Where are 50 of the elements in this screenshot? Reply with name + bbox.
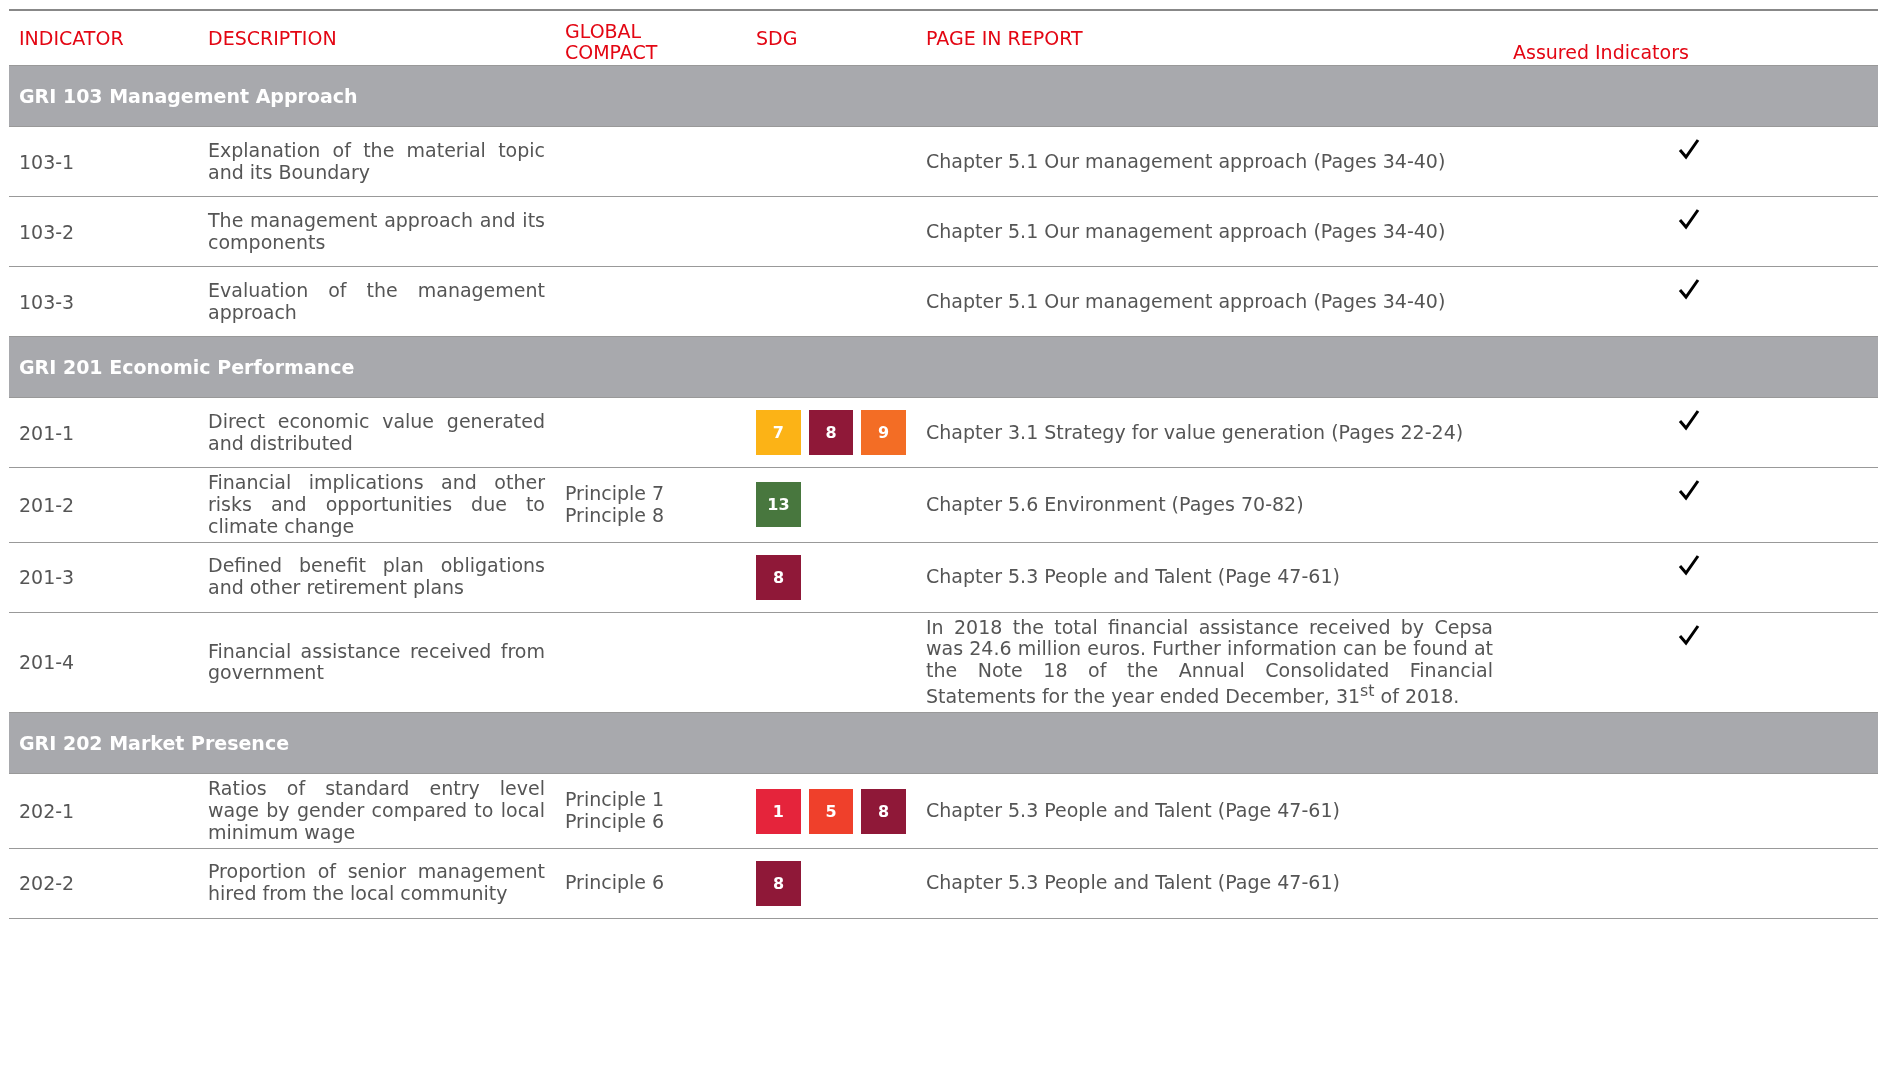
indicator-code: 202-2	[18, 872, 76, 895]
principle-text: Principle 6	[564, 811, 666, 833]
indicator-code: 201-4	[18, 651, 76, 674]
sdg-badge: 8	[808, 410, 854, 455]
principle-text: Principle 6	[564, 872, 666, 895]
indicator-code: 103-3	[18, 290, 76, 313]
page-reference: Chapter 5.3 People and Talent (Page 47-61)	[925, 566, 1341, 588]
section-header: GRI 202 Market Presence	[9, 713, 1878, 775]
description-text: Proportion of senior management hired from the local community	[207, 861, 546, 906]
sdg-badge: 5	[808, 788, 854, 834]
sdg-badge: 8	[756, 860, 801, 906]
sdg-badge: 7	[756, 410, 801, 455]
page-reference: Chapter 5.3 People and Talent (Page 47-61)	[925, 800, 1341, 822]
section-header: GRI 103 Management Approach	[9, 66, 1878, 127]
sdg-badge: 13	[756, 482, 801, 528]
description-text: Defined benefit plan obligations and other retirement plans	[207, 555, 546, 599]
indicator-code: 201-1	[18, 421, 76, 444]
sdg-badge: 8	[861, 788, 906, 834]
description-text: Direct economic value generated and distributed	[207, 410, 546, 455]
principle-text: Principle 1	[564, 789, 666, 811]
sdg-badge: 9	[861, 410, 906, 455]
sdg-badge: 8	[756, 554, 801, 600]
page-reference: Chapter 5.1 Our management approach (Pages 34-40)	[925, 150, 1447, 173]
column-header: Assured Indicators	[1512, 42, 1690, 63]
principle-text: Principle 8	[564, 504, 666, 527]
page-reference: Chapter 5.1 Our management approach (Pages 34-40)	[925, 220, 1447, 243]
indicator-code: 103-1	[18, 150, 76, 173]
description-text: Evaluation of the management approach	[207, 279, 546, 324]
description-text: Financial assistance received from government	[207, 640, 546, 685]
indicator-code: 103-2	[18, 220, 76, 243]
indicator-code: 201-2	[18, 493, 76, 516]
description-text: Financial implications and other risks and opportunities due to climate change	[207, 472, 546, 538]
description-text: Ratios of standard entry level wage by gender compared to local minimum wage	[207, 778, 546, 844]
column-header: SDG	[755, 27, 799, 49]
column-header: DESCRIPTION	[207, 27, 338, 49]
section-header: GRI 201 Economic Performance	[9, 337, 1878, 398]
indicator-code: 202-1	[18, 800, 76, 822]
sdg-badge: 1	[756, 788, 801, 834]
page-reference: Chapter 5.1 Our management approach (Pages 34-40)	[925, 290, 1447, 313]
indicator-code: 201-3	[18, 566, 76, 589]
column-header: PAGE IN REPORT	[925, 27, 1084, 49]
column-header: INDICATOR	[18, 27, 125, 49]
page-reference: Chapter 5.3 People and Talent (Page 47-61)	[925, 872, 1341, 895]
description-text: The management approach and its components	[207, 209, 546, 254]
column-header: GLOBAL COMPACT	[564, 21, 659, 63]
description-text: Explanation of the material topic and its Boundary	[207, 139, 546, 184]
page-reference: Chapter 5.6 Environment (Pages 70-82)	[925, 493, 1305, 516]
principle-text: Principle 7	[564, 482, 666, 505]
page-reference: In 2018 the total financial assistance received by Cepsa was 24.6 million euros. Further information can be found at the Note 18 of the Annual Consolidated Financial Statements for the year ended December, 31$^{st}$ of 2018.	[925, 616, 1494, 709]
page-reference: Chapter 3.1 Strategy for value generation (Pages 22-24)	[925, 421, 1465, 444]
